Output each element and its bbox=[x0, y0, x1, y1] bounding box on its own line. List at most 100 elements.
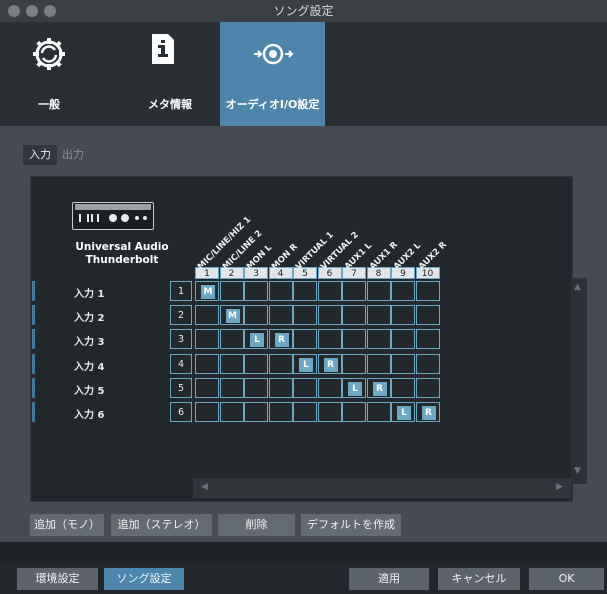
matrix-cell[interactable] bbox=[195, 329, 219, 350]
matrix-cell[interactable] bbox=[268, 377, 293, 398]
tab-output[interactable]: 出力 bbox=[56, 145, 90, 165]
matrix-cell[interactable] bbox=[366, 402, 391, 422]
channel-assignment-chip[interactable]: L bbox=[299, 357, 313, 372]
matrix-cell[interactable] bbox=[268, 305, 293, 326]
vertical-scrollbar[interactable]: ▲ ▼ bbox=[571, 278, 587, 484]
matrix-cell[interactable] bbox=[293, 377, 317, 398]
matrix-cell[interactable] bbox=[317, 329, 342, 350]
matrix-cell[interactable] bbox=[415, 353, 440, 374]
scroll-left-icon[interactable]: ◀ bbox=[201, 482, 208, 492]
matrix-cell[interactable] bbox=[366, 329, 391, 350]
matrix-cell[interactable] bbox=[317, 377, 342, 398]
matrix-cell[interactable]: R bbox=[415, 402, 440, 422]
matrix-cell[interactable] bbox=[244, 402, 268, 422]
make-default-button[interactable]: デフォルトを作成 bbox=[301, 514, 401, 536]
matrix-cell[interactable] bbox=[293, 305, 317, 326]
add-stereo-button[interactable]: 追加（ステレオ） bbox=[111, 514, 212, 536]
cancel-button[interactable]: キャンセル bbox=[438, 568, 520, 590]
matrix-cell[interactable] bbox=[195, 305, 219, 326]
matrix-cell[interactable] bbox=[244, 353, 268, 374]
matrix-cell[interactable] bbox=[342, 305, 366, 326]
matrix-cell[interactable]: R bbox=[366, 377, 391, 398]
channel-assignment-chip[interactable]: L bbox=[250, 333, 264, 348]
row-number: 4 bbox=[170, 353, 192, 374]
matrix-cell[interactable] bbox=[342, 329, 366, 350]
row-label: 入力 1 bbox=[74, 289, 105, 300]
matrix-cell[interactable]: L bbox=[244, 329, 268, 350]
matrix-cell[interactable] bbox=[268, 353, 293, 374]
matrix-cell[interactable] bbox=[317, 402, 342, 422]
scroll-down-icon[interactable]: ▼ bbox=[574, 466, 581, 476]
matrix-cell[interactable] bbox=[219, 353, 244, 374]
column-number: 3 bbox=[244, 267, 268, 279]
toolbar-metadata-label: メタ情報 bbox=[148, 98, 192, 111]
matrix-cell[interactable] bbox=[342, 402, 366, 422]
matrix-cell[interactable] bbox=[219, 402, 244, 422]
matrix-cell[interactable] bbox=[415, 377, 440, 398]
channel-assignment-chip[interactable]: R bbox=[323, 357, 338, 372]
matrix-cell[interactable]: M bbox=[195, 281, 219, 301]
device-icon bbox=[72, 202, 154, 230]
matrix-cell[interactable] bbox=[366, 353, 391, 374]
column-number: 4 bbox=[268, 267, 293, 279]
document-info-icon bbox=[152, 34, 174, 64]
matrix-cell[interactable] bbox=[293, 402, 317, 422]
matrix-cell[interactable] bbox=[391, 281, 415, 301]
matrix-cell[interactable]: L bbox=[391, 402, 415, 422]
channel-assignment-chip[interactable]: L bbox=[397, 406, 411, 420]
channel-assignment-chip[interactable]: R bbox=[421, 406, 436, 420]
toolbar-metadata-button[interactable]: メタ情報 bbox=[121, 22, 219, 126]
preferences-button[interactable]: 環境設定 bbox=[17, 568, 98, 590]
tab-input[interactable]: 入力 bbox=[23, 145, 57, 165]
channel-assignment-chip[interactable]: M bbox=[201, 285, 215, 299]
matrix-cell[interactable] bbox=[195, 353, 219, 374]
add-mono-button[interactable]: 追加（モノ） bbox=[30, 514, 104, 536]
delete-button[interactable]: 削除 bbox=[218, 514, 295, 536]
channel-assignment-chip[interactable]: R bbox=[372, 381, 387, 396]
matrix-cell[interactable] bbox=[415, 281, 440, 301]
matrix-cell[interactable] bbox=[391, 329, 415, 350]
channel-assignment-chip[interactable]: L bbox=[348, 381, 362, 396]
matrix-cell[interactable] bbox=[415, 329, 440, 350]
song-settings-button[interactable]: ソング設定 bbox=[104, 568, 184, 590]
scroll-right-icon[interactable]: ▶ bbox=[556, 482, 563, 492]
matrix-cell[interactable] bbox=[293, 281, 317, 301]
matrix-cell[interactable] bbox=[195, 377, 219, 398]
scroll-up-icon[interactable]: ▲ bbox=[574, 282, 581, 292]
matrix-cell[interactable]: L bbox=[342, 377, 366, 398]
channel-assignment-chip[interactable]: M bbox=[225, 309, 240, 324]
toolbar-audio-io-button[interactable]: オーディオI/O設定 bbox=[220, 22, 325, 126]
matrix-cell[interactable] bbox=[219, 281, 244, 301]
matrix-cell[interactable] bbox=[244, 377, 268, 398]
horizontal-scrollbar[interactable]: ◀ ▶ bbox=[193, 478, 571, 498]
matrix-cell[interactable] bbox=[293, 329, 317, 350]
apply-button[interactable]: 適用 bbox=[349, 568, 429, 590]
channel-assignment-chip[interactable]: R bbox=[274, 333, 289, 348]
matrix-cell[interactable] bbox=[244, 305, 268, 326]
matrix-cell[interactable] bbox=[317, 281, 342, 301]
matrix-cell[interactable]: L bbox=[293, 353, 317, 374]
matrix-cell[interactable] bbox=[244, 281, 268, 301]
matrix-cell[interactable] bbox=[342, 353, 366, 374]
matrix-cell[interactable] bbox=[342, 281, 366, 301]
matrix-cell[interactable] bbox=[268, 281, 293, 301]
matrix-cell[interactable] bbox=[195, 402, 219, 422]
column-number: 8 bbox=[366, 267, 391, 279]
matrix-cell[interactable] bbox=[317, 305, 342, 326]
row-label: 入力 5 bbox=[74, 385, 105, 397]
matrix-cell[interactable]: R bbox=[317, 353, 342, 374]
ok-button[interactable]: OK bbox=[529, 568, 604, 590]
matrix-cell[interactable] bbox=[219, 329, 244, 350]
toolbar-general-button[interactable]: 一般 bbox=[0, 22, 98, 126]
matrix-cell[interactable] bbox=[366, 281, 391, 301]
matrix-cell[interactable]: R bbox=[268, 329, 293, 350]
matrix-cell[interactable] bbox=[268, 402, 293, 422]
matrix-cell[interactable] bbox=[391, 353, 415, 374]
column-number: 7 bbox=[342, 267, 366, 279]
matrix-cell[interactable] bbox=[366, 305, 391, 326]
matrix-cell[interactable] bbox=[391, 377, 415, 398]
matrix-cell[interactable] bbox=[415, 305, 440, 326]
matrix-cell[interactable] bbox=[219, 377, 244, 398]
matrix-cell[interactable]: M bbox=[219, 305, 244, 326]
matrix-cell[interactable] bbox=[391, 305, 415, 326]
